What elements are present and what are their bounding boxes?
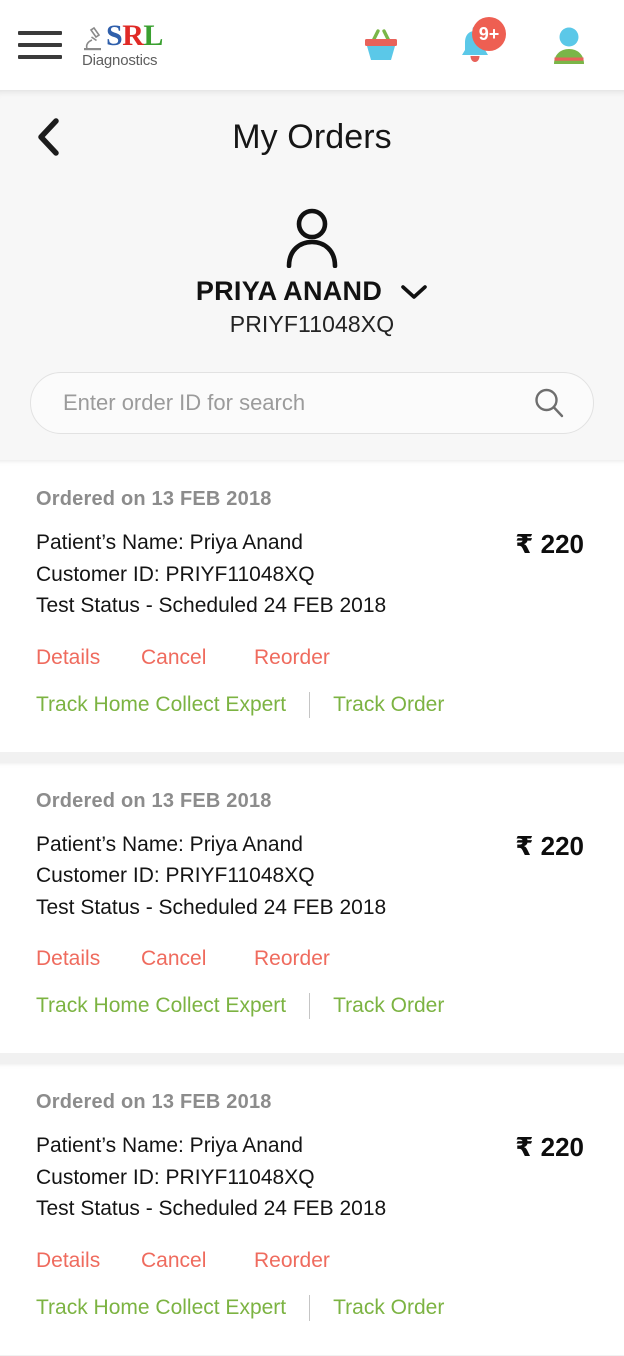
details-link[interactable]: Details <box>36 646 141 670</box>
test-status: Test Status - Scheduled 24 FEB 2018 <box>36 1197 387 1220</box>
track-home-collect-expert-link[interactable]: Track Home Collect Expert <box>36 994 286 1018</box>
chevron-down-icon[interactable] <box>400 283 428 301</box>
track-order-link[interactable]: Track Order <box>333 693 444 717</box>
profile-customer-id: PRIYF11048XQ <box>229 311 395 337</box>
track-home-collect-expert-link[interactable]: Track Home Collect Expert <box>36 693 286 717</box>
page-title-row: My Orders <box>0 90 624 184</box>
order-details: Patient’s Name: Priya Anand Customer ID:… <box>36 527 386 622</box>
customer-id: Customer ID: PRIYF11048XQ <box>36 1165 315 1189</box>
patient-name: Patient’s Name: Priya Anand <box>36 1134 303 1157</box>
hamburger-menu-icon[interactable] <box>18 24 64 66</box>
order-card[interactable]: Ordered on 13 FEB 2018 Patient’s Name: P… <box>0 1063 624 1355</box>
track-separator <box>309 1294 311 1321</box>
user-account-icon[interactable] <box>548 24 590 66</box>
track-order-link[interactable]: Track Order <box>333 994 444 1018</box>
reorder-link[interactable]: Reorder <box>254 1249 330 1273</box>
cancel-link[interactable]: Cancel <box>141 646 254 670</box>
details-link[interactable]: Details <box>36 1249 141 1273</box>
page-title: My Orders <box>232 117 392 156</box>
order-date: Ordered on 13 FEB 2018 <box>36 789 272 812</box>
srl-logo[interactable]: SRL Diagnostics <box>82 19 163 70</box>
shopping-basket-icon[interactable] <box>360 24 402 66</box>
order-card[interactable]: Ordered on 13 FEB 2018 Patient’s Name: P… <box>0 460 624 752</box>
logo-subtitle: Diagnostics <box>82 52 158 69</box>
my-orders-screen: SRL Diagnostics 9+ My Orders PRIYA ANAND… <box>0 0 624 1356</box>
logo-letter-s: S <box>106 19 123 52</box>
track-actions: Track Home Collect Expert Track Order <box>36 691 588 718</box>
order-actions: Details Cancel Reorder <box>36 1249 588 1273</box>
order-actions: Details Cancel Reorder <box>36 947 588 971</box>
customer-id: Customer ID: PRIYF11048XQ <box>36 864 315 887</box>
profile-header-section: My Orders PRIYA ANAND PRIYF11048XQ <box>0 90 624 460</box>
test-status: Test Status - Scheduled 24 FEB 2018 <box>36 895 387 919</box>
track-order-link[interactable]: Track Order <box>333 1296 444 1320</box>
person-outline-icon <box>286 208 338 268</box>
profile-name: PRIYA ANAND <box>195 276 383 306</box>
logo-letter-r: R <box>122 19 144 52</box>
patient-name: Patient’s Name: Priya Anand <box>36 832 303 856</box>
order-date: Ordered on 13 FEB 2018 <box>36 488 272 510</box>
cancel-link[interactable]: Cancel <box>141 1249 254 1273</box>
orders-list: Ordered on 13 FEB 2018 Patient’s Name: P… <box>0 460 624 1356</box>
order-details: Patient’s Name: Priya Anand Customer ID:… <box>36 1130 386 1225</box>
cancel-link[interactable]: Cancel <box>141 947 254 971</box>
search-input[interactable] <box>63 390 529 416</box>
profile-block: PRIYA ANAND PRIYF11048XQ <box>0 184 624 338</box>
reorder-link[interactable]: Reorder <box>254 646 330 670</box>
track-separator <box>309 993 311 1019</box>
order-date: Ordered on 13 FEB 2018 <box>36 1091 272 1113</box>
logo-letter-l: L <box>143 19 163 52</box>
order-card[interactable]: Ordered on 13 FEB 2018 Patient’s Name: P… <box>0 761 624 1053</box>
back-chevron-icon[interactable] <box>34 117 70 157</box>
search-icon[interactable] <box>529 383 569 423</box>
track-actions: Track Home Collect Expert Track Order <box>36 1294 588 1321</box>
customer-id: Customer ID: PRIYF11048XQ <box>36 562 315 586</box>
track-actions: Track Home Collect Expert Track Order <box>36 993 588 1019</box>
profile-name-row[interactable]: PRIYA ANAND <box>196 276 428 307</box>
test-status: Test Status - Scheduled 24 FEB 2018 <box>36 594 387 617</box>
order-details: Patient’s Name: Priya Anand Customer ID:… <box>36 829 386 924</box>
notification-bell-icon[interactable]: 9+ <box>454 17 506 66</box>
order-search-bar[interactable] <box>30 372 594 434</box>
top-bar-actions: 9+ <box>360 17 598 66</box>
order-actions: Details Cancel Reorder <box>36 646 588 670</box>
order-price: ₹ 220 <box>515 1132 584 1162</box>
track-separator <box>309 691 311 718</box>
microscope-icon <box>84 26 101 51</box>
order-price: ₹ 220 <box>515 529 584 559</box>
reorder-link[interactable]: Reorder <box>254 947 330 971</box>
details-link[interactable]: Details <box>36 947 141 971</box>
top-app-bar: SRL Diagnostics 9+ <box>0 0 624 90</box>
track-home-collect-expert-link[interactable]: Track Home Collect Expert <box>36 1296 286 1320</box>
order-price: ₹ 220 <box>515 830 584 861</box>
patient-name: Patient’s Name: Priya Anand <box>36 531 303 554</box>
notification-badge: 9+ <box>472 17 506 51</box>
